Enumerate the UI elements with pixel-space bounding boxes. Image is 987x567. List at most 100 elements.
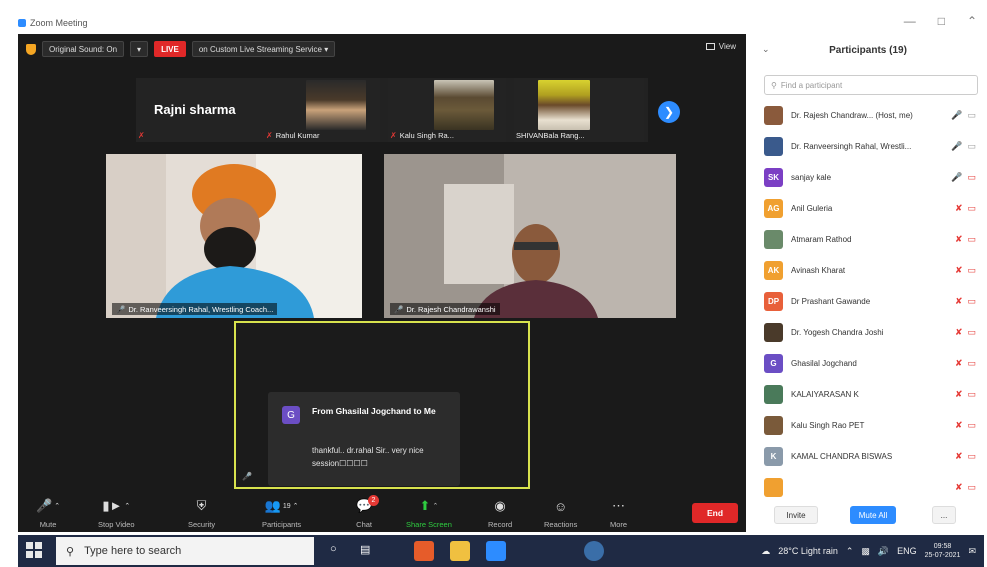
mute-all-button[interactable]: Mute All [850, 506, 896, 524]
camera-off-icon: ▭ [967, 358, 976, 368]
view-button[interactable]: View [705, 42, 736, 51]
original-sound-button[interactable]: Original Sound: On [42, 41, 125, 57]
taskbar-clock[interactable]: 09:58 25-07-2021 [925, 542, 961, 560]
participant-row[interactable]: KALAIYARASAN K ✘ ▭ [752, 379, 984, 410]
chevron-up-icon[interactable]: ⌃ [432, 502, 438, 510]
search-placeholder: Find a participant [780, 80, 843, 90]
participant-avatar [764, 416, 783, 435]
camera-icon: ▭ [967, 141, 976, 151]
chat-notification[interactable]: G From Ghasilal Jogchand to Me thankful.… [268, 392, 460, 486]
participant-row[interactable]: Dr. Rajesh Chandraw... (Host, me) 🎤 ▭ [752, 100, 984, 131]
tile-label-text: SHIVANBala Rang... [516, 130, 585, 140]
next-page-arrow-icon[interactable]: ❯ [658, 101, 680, 123]
participant-row[interactable]: ✘ ▭ [752, 472, 984, 498]
participants-button[interactable]: 👥 19 ⌃ Participants [262, 498, 301, 529]
participant-status-icons: ✘ ▭ [955, 327, 976, 338]
participant-status-icons: ✘ ▭ [955, 265, 976, 276]
shield-icon[interactable] [26, 43, 36, 55]
microphone-muted-icon: ✘ [954, 296, 963, 306]
language-indicator[interactable]: ENG [897, 546, 917, 556]
clock-date: 25-07-2021 [924, 552, 961, 559]
help-app-icon[interactable] [584, 541, 604, 561]
file-explorer-icon[interactable] [450, 541, 470, 561]
participant-status-icons: ✘ ▭ [955, 203, 976, 214]
notification-icon[interactable]: ✉ [968, 546, 976, 557]
security-button[interactable]: ⛨ Security [188, 498, 215, 529]
participants-count: 19 [282, 502, 291, 510]
volume-icon[interactable]: 🔊 [878, 546, 889, 557]
stop-video-label: Stop Video [98, 520, 135, 529]
participant-avatar [764, 106, 783, 125]
microphone-icon: 🎤 [951, 172, 963, 182]
tile-name: Rajni sharma [154, 102, 236, 117]
zoom-logo-icon [18, 19, 26, 27]
mic-off-icon: ✗ [390, 130, 397, 140]
live-badge[interactable]: LIVE [154, 41, 186, 57]
panel-more-button[interactable]: ... [932, 506, 956, 524]
participant-avatar [764, 323, 783, 342]
participant-name: KALAIYARASAN K [791, 390, 859, 399]
chevron-up-icon[interactable]: ⌃ [124, 502, 130, 510]
share-screen-icon: ⬆ [419, 498, 431, 513]
chevron-up-icon[interactable]: ⌃ [54, 502, 60, 510]
network-icon[interactable]: ▩ [861, 546, 870, 557]
more-button[interactable]: ⋯ More [610, 498, 627, 529]
participant-name: Atmaram Rathod [791, 235, 852, 244]
record-button[interactable]: ◉ Record [488, 498, 512, 529]
chevron-up-icon[interactable]: ⌃ [846, 546, 854, 557]
tile-label: ✗ Rahul Kumar [264, 129, 321, 141]
participant-row[interactable]: Dr. Ranveersingh Rahal, Wrestli... 🎤 ▭ [752, 131, 984, 162]
invite-button[interactable]: Invite [774, 506, 818, 524]
participant-avatar: K [764, 447, 783, 466]
minimize-icon[interactable]: — [904, 14, 916, 28]
weather-text[interactable]: 28°C Light rain [778, 546, 838, 556]
taskbar-search-placeholder: Type here to search [84, 545, 182, 557]
cortana-icon[interactable]: ○ [330, 543, 337, 555]
chevron-up-icon[interactable]: ⌃ [293, 502, 299, 510]
windows-start-icon[interactable] [26, 542, 42, 558]
screen: Zoom Meeting — □ ⌃ Original Sound: On ▾ … [0, 0, 987, 567]
participant-row[interactable]: Kalu Singh Rao PET ✘ ▭ [752, 410, 984, 441]
participant-row[interactable]: Atmaram Rathod ✘ ▭ [752, 224, 984, 255]
close-icon[interactable]: ⌃ [967, 14, 977, 28]
view-grid-icon [705, 43, 715, 50]
participant-avatar: G [764, 354, 783, 373]
participant-row[interactable]: G Ghasilal Jogchand ✘ ▭ [752, 348, 984, 379]
video-tile[interactable]: 🎤 Dr. Ranveersingh Rahal, Wrestling Coac… [106, 154, 362, 318]
camera-off-icon: ▭ [967, 451, 976, 461]
share-screen-button[interactable]: ⬆ ⌃ Share Screen [406, 498, 452, 529]
maximize-icon[interactable]: □ [938, 14, 945, 28]
weather-icon[interactable]: ☁ [761, 546, 770, 557]
participant-row[interactable]: DP Dr Prashant Gawande ✘ ▭ [752, 286, 984, 317]
participants-panel: ⌄ Participants (19) ⚲ Find a participant… [752, 34, 984, 532]
search-icon: ⚲ [66, 545, 75, 558]
sound-dropdown-button[interactable]: ▾ [130, 41, 149, 57]
microphone-muted-icon: ✘ [954, 327, 963, 337]
participant-row[interactable]: SK sanjay kale 🎤 ▭ [752, 162, 984, 193]
microphone-icon: 🎤 [951, 110, 963, 120]
participant-row[interactable]: Dr. Yogesh Chandra Joshi ✘ ▭ [752, 317, 984, 348]
more-dots-icon: ⋯ [612, 498, 626, 513]
mute-button[interactable]: 🎤 ⌃ Mute [36, 498, 60, 529]
participant-row[interactable]: AK Avinash Kharat ✘ ▭ [752, 255, 984, 286]
taskbar-search-input[interactable]: ⚲ Type here to search [56, 537, 314, 565]
video-tile[interactable]: 🎤 Dr. Rajesh Chandrawanshi [384, 154, 676, 318]
filmstrip-tile[interactable]: SHIVANBala Rang... [514, 78, 644, 142]
tile-label-text: Rahul Kumar [275, 130, 320, 140]
end-meeting-button[interactable]: End [692, 503, 738, 523]
mic-off-icon: ✗ [138, 130, 145, 140]
participant-row[interactable]: K KAMAL CHANDRA BISWAS ✘ ▭ [752, 441, 984, 472]
stop-video-button[interactable]: ▮► ⌃ Stop Video [98, 498, 135, 529]
filmstrip-tile[interactable]: ✗ Rahul Kumar [264, 78, 380, 142]
microphone-muted-icon: ✘ [954, 234, 963, 244]
reactions-button[interactable]: ☺ Reactions [544, 498, 577, 530]
participant-row[interactable]: AG Anil Guleria ✘ ▭ [752, 193, 984, 224]
filmstrip-tile[interactable]: ✗ Kalu Singh Ra... [388, 78, 506, 142]
chat-button[interactable]: 💬 2 Chat [356, 495, 379, 529]
participant-search-input[interactable]: ⚲ Find a participant [764, 75, 978, 95]
mic-icon: 🎤 [394, 304, 404, 314]
chrome-app-icon[interactable] [414, 541, 434, 561]
zoom-app-icon[interactable] [486, 541, 506, 561]
streaming-dropdown[interactable]: on Custom Live Streaming Service ▾ [191, 41, 336, 57]
task-view-icon[interactable]: ▤ [360, 543, 370, 556]
